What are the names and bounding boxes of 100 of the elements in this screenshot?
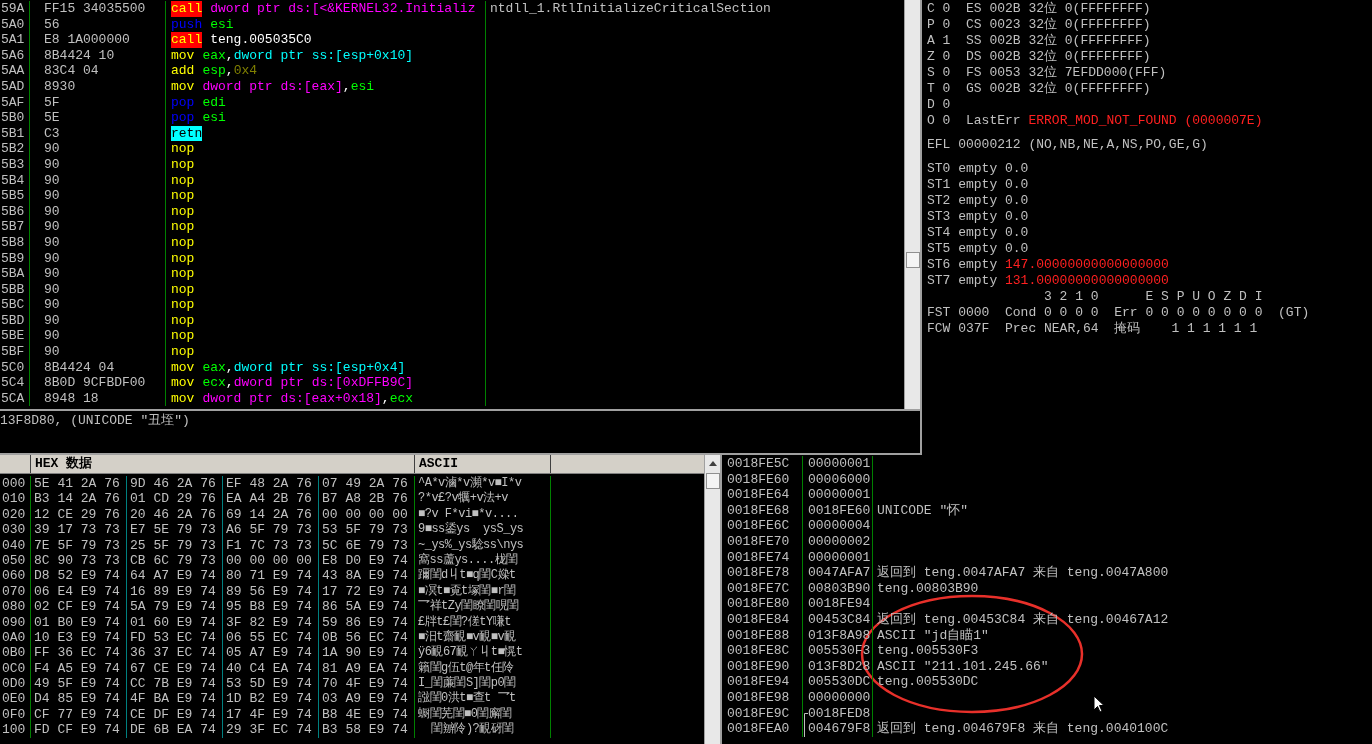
column-header[interactable]: ASCII (415, 455, 551, 473)
hex-bytes-cell: 06 E4 E9 74 (31, 583, 127, 600)
mnemonic: add (171, 63, 195, 79)
value-cell: 00000002 (803, 533, 873, 550)
hex-cell: 90 (30, 281, 166, 298)
hex-cell: FF15 34035500 (30, 1, 166, 17)
hex-cell: 90 (30, 156, 166, 173)
scrollbar[interactable] (704, 455, 720, 744)
hex-cell: 90 (30, 328, 166, 345)
operands: edi (201, 94, 226, 111)
address-cell: 090 (0, 614, 31, 630)
hex-bytes-cell: 10 E3 E9 74 (31, 629, 127, 646)
address-cell: 0018FE6C (722, 518, 803, 534)
address-cell: 5B4 (0, 172, 30, 189)
mnemonic: nop (171, 203, 195, 220)
address-cell: 0F0 (0, 706, 31, 723)
ascii-cell: 閨辧阾)?靦砑閨 (415, 722, 551, 738)
hex-bytes-cell: 43 8A E9 74 (319, 568, 415, 584)
hex-cell: C3 (30, 125, 166, 142)
hex-bytes-cell: 5A 79 E9 74 (127, 599, 223, 615)
hex-bytes-cell: 00 00 00 00 (319, 506, 415, 523)
scrollbar-thumb[interactable] (706, 473, 720, 489)
address-cell: 0018FE60 (722, 471, 803, 488)
register-line: FCW 037F Prec NEAR,64 掩码 1 1 1 1 1 1 (927, 321, 1259, 337)
hex-bytes-cell: 80 71 E9 74 (223, 568, 319, 584)
hex-bytes-cell: 5C 6E 79 73 (319, 537, 415, 553)
hex-cell: 90 (30, 141, 166, 157)
register-line: EFL 00000212 (NO,NB,NE,A,NS,PO,GE,G) (927, 137, 1209, 153)
hex-bytes-cell: 49 5F E9 74 (31, 676, 127, 692)
hex-bytes-cell: FD 53 EC 74 (127, 629, 223, 646)
mnemonic: nop (171, 234, 195, 251)
mnemonic: nop (171, 141, 195, 157)
column-header[interactable]: HEX 数据 (31, 455, 415, 473)
hex-bytes-cell: 12 CE 29 76 (31, 506, 127, 523)
value-cell: 0018FE60 (803, 502, 873, 519)
value-cell: 00000000 (803, 689, 873, 706)
operands: esi (209, 16, 234, 33)
value-cell: 0018FE94 (803, 596, 873, 612)
hex-cell: 5E (30, 110, 166, 126)
operands: esp,0x4 (201, 63, 258, 79)
address-cell: 0018FE9C (722, 705, 803, 722)
address-cell: 0018FE88 (722, 627, 803, 644)
scrollbar[interactable] (904, 0, 920, 409)
hex-cell: 8948 18 (30, 390, 166, 407)
address-cell: 0018FEA0 (722, 721, 803, 737)
hex-bytes-cell: 20 46 2A 76 (127, 506, 223, 523)
hex-cell: 8B4424 10 (30, 47, 166, 64)
value-cell: 00000001 (803, 487, 873, 503)
hex-bytes-cell: FF 36 EC 74 (31, 645, 127, 661)
address-cell: 5BA (0, 266, 30, 282)
operands: dword ptr ds:[<&KERNEL32.Initializ (209, 1, 476, 17)
operands: eax,dword ptr ss:[esp+0x10] (201, 47, 414, 64)
hex-cell: 8930 (30, 78, 166, 95)
hex-cell: 8B0D 9CFBDF00 (30, 375, 166, 391)
address-cell: 060 (0, 568, 31, 584)
register-line: ST2 empty 0.0 (927, 193, 1030, 209)
hex-cell: 90 (30, 250, 166, 267)
hex-bytes-cell: 3F 82 E9 74 (223, 614, 319, 630)
hex-bytes-cell: 1D B2 E9 74 (223, 691, 319, 707)
mnemonic: call (171, 32, 203, 48)
hex-bytes-cell: 64 A7 E9 74 (127, 568, 223, 584)
register-line: ST0 empty 0.0 (927, 161, 1030, 177)
ascii-cell: ■凕t■覔t塚閨■r閨 (415, 583, 551, 600)
scrollbar-thumb[interactable] (906, 252, 920, 268)
hex-bytes-cell: F1 7C 73 73 (223, 537, 319, 553)
address-cell: 0018FE90 (722, 658, 803, 675)
address-cell: 030 (0, 522, 31, 538)
hex-bytes-cell: 5E 41 2A 76 (31, 476, 127, 492)
register-line: A 1 SS 002B 32位 0(FFFFFFFF) (927, 33, 1152, 49)
mnemonic: nop (171, 250, 195, 267)
hex-bytes-cell: 40 C4 EA 74 (223, 660, 319, 677)
ascii-cell: ^A*v滷*v瀕*v■I*v (415, 476, 551, 492)
hex-bytes-cell: 53 5F 79 73 (319, 522, 415, 538)
value-cell: 004679F8 (803, 721, 873, 737)
mnemonic: mov (171, 375, 195, 391)
mnemonic: mov (171, 359, 195, 376)
comment-cell-text: teng.005530F3 (876, 643, 979, 659)
hex-bytes-cell: 16 89 E9 74 (127, 583, 223, 600)
register-line: ST7 empty 131.00000000000000000 (927, 273, 1170, 289)
address-cell: 5B5 (0, 188, 30, 204)
register-line: C 0 ES 002B 32位 0(FFFFFFFF) (927, 1, 1152, 17)
mnemonic: nop (171, 281, 195, 298)
scroll-up-icon[interactable] (708, 461, 717, 466)
operands: ecx,dword ptr ds:[0xDFFB9C] (201, 375, 414, 391)
address-cell: 0018FE80 (722, 596, 803, 612)
hex-cell: 56 (30, 16, 166, 33)
ascii-cell: I_閨薕閨S]閨p0閨 (415, 676, 551, 692)
value-cell: 00000004 (803, 518, 873, 534)
hex-cell: 90 (30, 344, 166, 360)
address-cell: 0018FE84 (722, 611, 803, 628)
hex-bytes-cell: CF 77 E9 74 (31, 706, 127, 723)
hex-bytes-cell: 01 60 E9 74 (127, 614, 223, 630)
hex-bytes-cell: B3 58 E9 74 (319, 722, 415, 738)
ascii-cell: ■汨t齋靦■v靦■v靦 (415, 629, 551, 646)
mnemonic: nop (171, 328, 195, 345)
address-cell: 000 (0, 476, 31, 492)
address-cell: 5A0 (0, 16, 30, 33)
ascii-cell: 窩ss蘆ys....栊閨 (415, 552, 551, 569)
value-cell: 00000001 (803, 456, 873, 472)
mnemonic: push (171, 16, 203, 33)
